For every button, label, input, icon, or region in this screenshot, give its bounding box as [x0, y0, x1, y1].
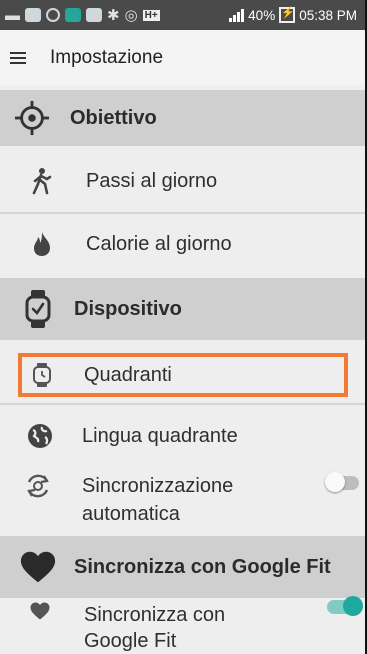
list-item-passi-al-giorno[interactable]: Passi al giorno	[0, 152, 365, 210]
section-header-google-fit: Sincronizza con Google Fit	[0, 536, 365, 598]
globe-icon	[22, 423, 58, 449]
smartwatch-icon	[20, 289, 56, 329]
network-type-badge: H+	[142, 9, 160, 21]
google-fit-toggle[interactable]	[327, 596, 363, 616]
sync-notification-icon	[46, 8, 60, 22]
list-item-label-line1: Sincronizzazione	[82, 475, 234, 497]
list-item-label: Lingua quadrante	[82, 424, 238, 447]
list-item-label-line2: automatica	[82, 503, 180, 525]
heart-small-icon	[22, 602, 58, 620]
list-item-label-line2: Google Fit	[84, 630, 177, 652]
hamburger-menu-icon[interactable]	[10, 49, 26, 67]
alarm-icon: ◎	[124, 6, 138, 24]
list-item-lingua-quadrante[interactable]: Lingua quadrante	[0, 408, 365, 464]
highlight-frame-quadranti	[18, 353, 348, 397]
app-notification-icon	[25, 8, 41, 22]
section-header-obiettivo: Obiettivo	[0, 90, 365, 146]
auto-sync-toggle[interactable]	[325, 472, 359, 492]
walking-icon	[24, 167, 60, 195]
list-item-calorie-al-giorno[interactable]: Calorie al giorno	[0, 216, 365, 272]
toggle-knob	[343, 596, 363, 616]
page-title: Impostazione	[50, 46, 164, 68]
divider	[0, 403, 365, 405]
chat-icon: ▬	[5, 6, 20, 24]
gallery-icon	[86, 8, 102, 22]
section-label-obiettivo: Obiettivo	[70, 106, 157, 129]
heart-icon	[20, 549, 56, 585]
battery-charging-icon	[279, 6, 296, 23]
bluetooth-icon: ✱	[107, 6, 120, 24]
signal-strength-icon	[229, 8, 245, 22]
crosshair-icon	[14, 99, 50, 137]
app-bar: Impostazione	[0, 30, 365, 85]
section-header-dispositivo: Dispositivo	[0, 278, 365, 340]
notification-icons: ▬ ✱ ◎ H+	[0, 8, 229, 23]
clock-time: 05:38 PM	[299, 7, 357, 23]
status-bar: ▬ ✱ ◎ H+ 40% 05:38 PM	[0, 0, 365, 30]
section-label-dispositivo: Dispositivo	[74, 297, 182, 320]
toggle-knob	[325, 472, 345, 492]
list-item-sincronizzazione-automatica[interactable]: Sincronizzazione automatica	[0, 466, 365, 532]
list-item-sincronizza-google-fit[interactable]: Sincronizza con Google Fit	[0, 598, 365, 654]
screenshot-icon	[65, 8, 81, 22]
battery-percent: 40%	[248, 7, 276, 23]
list-item-label: Calorie al giorno	[86, 232, 232, 255]
list-item-label: Passi al giorno	[86, 169, 218, 192]
auto-sync-icon	[20, 472, 56, 500]
divider	[0, 212, 365, 214]
section-label-google-fit: Sincronizza con Google Fit	[74, 555, 331, 578]
flame-icon	[24, 231, 60, 257]
list-item-label-line1: Sincronizza con	[84, 604, 226, 626]
